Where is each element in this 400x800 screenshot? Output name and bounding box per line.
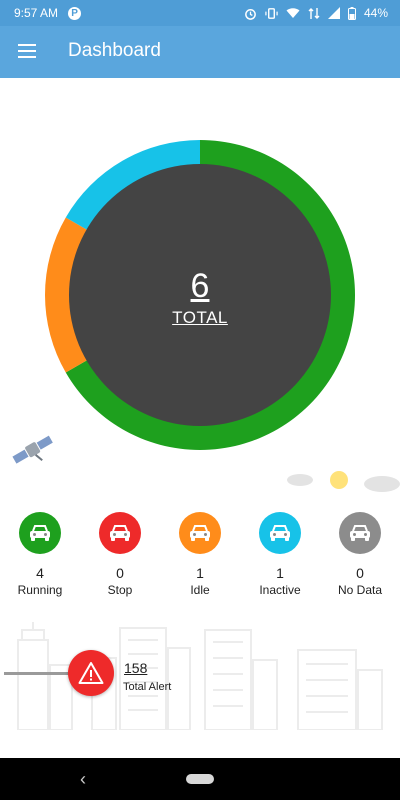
home-pill[interactable] <box>186 774 214 784</box>
total-value: 6 <box>190 267 210 305</box>
car-icon <box>270 525 290 541</box>
car-icon <box>190 525 210 541</box>
total-alert-label: Total Alert <box>123 681 172 693</box>
status-circle <box>259 512 301 554</box>
status-count: 4 <box>36 565 44 581</box>
status-circle <box>179 512 221 554</box>
status-circle <box>19 512 61 554</box>
status-label: Inactive <box>259 583 301 597</box>
status-circle <box>339 512 381 554</box>
status-label: Running <box>17 583 63 597</box>
status-count: 0 <box>356 565 364 581</box>
status-inactive[interactable]: 1 Inactive <box>240 512 320 597</box>
status-count: 1 <box>196 565 204 581</box>
battery-level: 44% <box>363 6 388 20</box>
status-stop[interactable]: 0 Stop <box>80 512 160 597</box>
status-label: Stop <box>107 583 133 597</box>
back-icon[interactable]: ‹ <box>80 769 86 790</box>
system-nav-bar: ‹ <box>0 758 400 800</box>
weather-icon <box>287 471 400 492</box>
city-skyline-illustration <box>17 622 383 730</box>
car-icon <box>350 525 370 541</box>
total-summary[interactable]: 6 TOTAL <box>45 266 355 328</box>
total-alert-count[interactable]: 158 <box>124 660 147 676</box>
status-time: 9:57 AM <box>14 6 59 20</box>
status-circle <box>99 512 141 554</box>
status-count: 1 <box>276 565 284 581</box>
alarm-icon <box>245 8 256 20</box>
status-running[interactable]: 4 Running <box>0 512 80 597</box>
status-label: No Data <box>337 583 383 597</box>
car-icon <box>110 525 130 541</box>
status-count: 0 <box>116 565 124 581</box>
vibrate-icon <box>265 7 278 19</box>
status-icons: 44% <box>244 0 388 26</box>
app-badge-icon: P <box>68 6 82 20</box>
app-bar: Dashboard <box>0 26 400 78</box>
menu-icon[interactable] <box>14 40 40 64</box>
warning-icon <box>78 662 104 684</box>
alert-button[interactable] <box>68 650 114 696</box>
status-idle[interactable]: 1 Idle <box>160 512 240 597</box>
alert-divider <box>4 672 74 675</box>
status-label: Idle <box>190 583 210 597</box>
data-icon <box>308 7 320 19</box>
wifi-icon <box>286 8 300 18</box>
car-icon <box>30 525 50 541</box>
status-row: 4 Running 0 Stop 1 Idle 1 Inactive 0 No … <box>0 512 400 597</box>
status-no-data[interactable]: 0 No Data <box>320 512 400 597</box>
signal-icon <box>327 7 340 19</box>
page-title: Dashboard <box>68 40 161 61</box>
status-bar: 9:57 AM P 44% <box>0 0 400 26</box>
battery-icon <box>347 6 356 20</box>
total-label: TOTAL <box>172 308 228 327</box>
satellite-icon <box>12 435 53 464</box>
